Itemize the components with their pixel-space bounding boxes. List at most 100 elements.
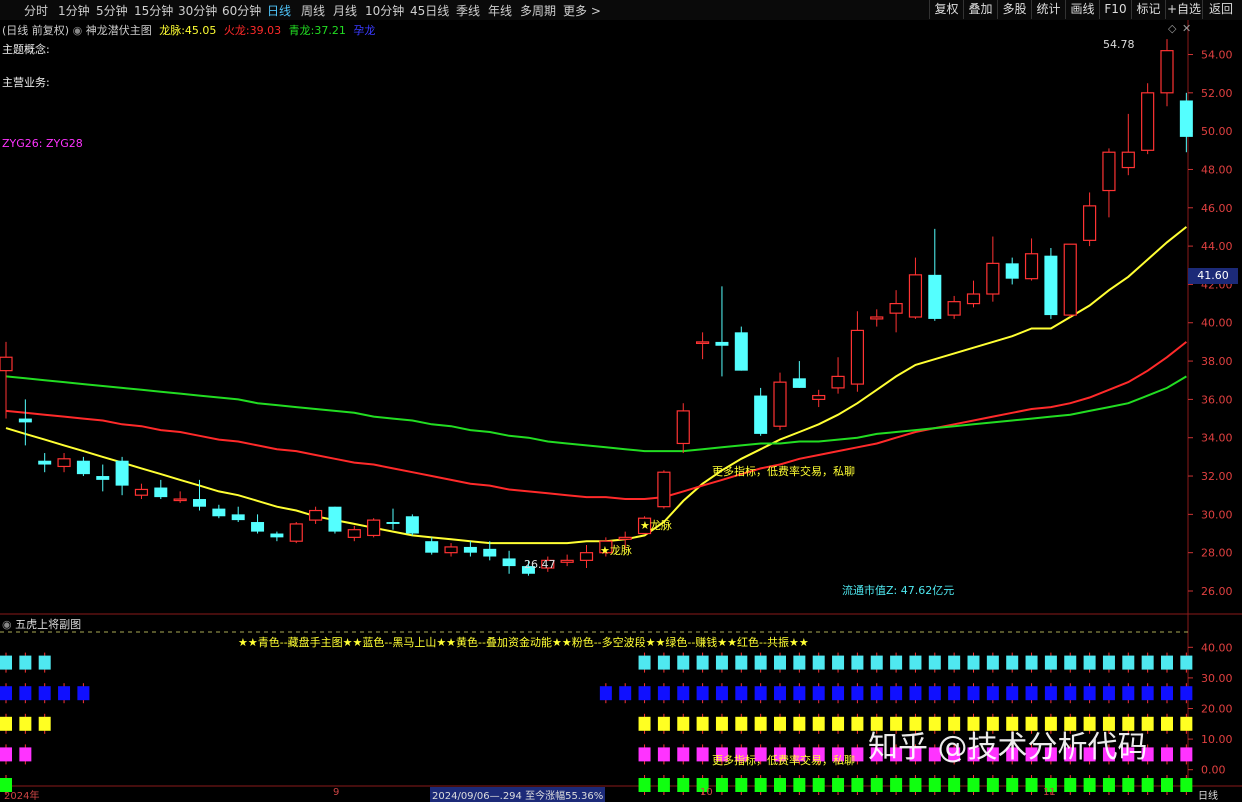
signal-block — [1083, 655, 1096, 670]
signal-block — [638, 655, 651, 670]
sub-indicator-name[interactable]: 五虎上将副图 — [15, 618, 81, 631]
timeframe-45day[interactable]: 45日线 — [410, 2, 449, 19]
sub-indicator-dot-icon: ◉ — [2, 618, 12, 631]
date-left: 2024年 — [4, 791, 40, 802]
statistics-button[interactable]: 统计 — [1031, 0, 1065, 19]
close-icon[interactable]: ✕ — [1182, 22, 1191, 35]
signal-block — [1161, 778, 1173, 792]
candle — [734, 326, 748, 371]
candle-body — [251, 522, 265, 532]
signal-block — [1044, 655, 1057, 670]
candle-body — [850, 329, 865, 385]
signal-block — [696, 716, 709, 731]
timeframe-weekly[interactable]: 周线 — [301, 2, 325, 19]
candle-body — [115, 460, 129, 486]
signal-block — [1141, 655, 1154, 670]
candle-body — [657, 471, 671, 508]
signal-block — [735, 655, 748, 670]
timeframe-15min[interactable]: 15分钟 — [134, 2, 173, 19]
timeframe-fenshi[interactable]: 分时 — [24, 2, 48, 19]
signal-block — [870, 655, 883, 670]
candle-body — [444, 546, 458, 554]
candle-body — [908, 274, 923, 318]
signal-block — [1064, 655, 1077, 670]
candle-body — [1005, 263, 1019, 279]
candle-body — [1160, 50, 1174, 94]
timeframe-daily[interactable]: 日线 — [267, 2, 291, 19]
y-tick-label: 26.00 — [1201, 585, 1233, 598]
timeframe-quarterly[interactable]: 季线 — [456, 2, 480, 19]
add-watchlist-button[interactable]: +自选 — [1165, 0, 1202, 19]
y-tick-label: 50.00 — [1201, 125, 1233, 138]
signal-block — [812, 686, 825, 701]
timeframe-more[interactable]: 更多 > — [563, 2, 601, 19]
candle-body — [986, 262, 1000, 295]
signal-block — [774, 716, 786, 731]
signal-block — [832, 686, 845, 701]
signal-block — [1083, 778, 1096, 792]
candle-body — [212, 508, 226, 517]
y-tick-label: 38.00 — [1201, 355, 1233, 368]
candle-body — [947, 301, 961, 316]
candle-body — [928, 274, 942, 319]
signal-block — [657, 778, 670, 792]
signal-block — [793, 778, 806, 792]
signal-block — [1141, 778, 1154, 792]
candle-body — [715, 341, 729, 346]
signal-block — [1025, 686, 1038, 701]
signal-block — [774, 686, 786, 701]
timeframe-5min[interactable]: 5分钟 — [96, 2, 128, 19]
candle — [289, 522, 303, 544]
indicator-name[interactable]: 神龙潜伏主图 — [86, 24, 152, 37]
date-month-10: 10 — [700, 787, 713, 798]
signal-block — [812, 778, 825, 792]
back-button[interactable]: 返回 — [1202, 0, 1239, 19]
draw-line-button[interactable]: 画线 — [1065, 0, 1099, 19]
signal-block — [19, 655, 32, 670]
candle-body — [773, 381, 787, 427]
signal-block — [1006, 655, 1019, 670]
mark-button[interactable]: 标记 — [1131, 0, 1165, 19]
candlestick-chart[interactable]: 54.0052.0050.0048.0046.0044.0042.0040.00… — [0, 20, 1242, 797]
sub-more-indicators-text: 更多指标，低费率交易，私聊 — [712, 754, 855, 767]
signal-block — [638, 716, 651, 731]
signal-block — [1161, 747, 1173, 762]
multi-stock-button[interactable]: 多股 — [997, 0, 1031, 19]
timeframe-yearly[interactable]: 年线 — [488, 2, 512, 19]
overlay-button[interactable]: 叠加 — [963, 0, 997, 19]
candle-body — [193, 499, 206, 507]
candle-body — [96, 476, 110, 480]
signal-block — [928, 778, 941, 792]
y-tick-label: 32.00 — [1201, 470, 1233, 483]
signal-block — [754, 778, 767, 792]
f10-button[interactable]: F10 — [1099, 0, 1131, 19]
timeframe-10min[interactable]: 10分钟 — [365, 2, 404, 19]
candle-body — [889, 302, 903, 314]
signal-block — [696, 655, 709, 670]
signal-block — [928, 686, 941, 701]
timeframe-1min[interactable]: 1分钟 — [58, 2, 90, 19]
adjust-button[interactable]: 复权 — [929, 0, 963, 19]
diamond-icon[interactable]: ◇ — [1168, 22, 1176, 35]
signal-block — [657, 716, 670, 731]
sub-y-tick-label: 20.00 — [1201, 703, 1233, 716]
signal-block — [890, 655, 903, 670]
signal-block — [967, 778, 980, 792]
sub-legend: ★★青色--藏盘手主图★★蓝色--黑马上山★★黄色--叠加资金动能★★粉色--多… — [238, 636, 809, 649]
line-label-huolong: 火龙: — [223, 24, 250, 37]
signal-block — [1044, 686, 1057, 701]
signal-block — [19, 686, 32, 701]
signal-block — [793, 655, 806, 670]
signal-block — [928, 655, 941, 670]
timeframe-30min[interactable]: 30分钟 — [178, 2, 217, 19]
timeframe-monthly[interactable]: 月线 — [333, 2, 357, 19]
signal-block — [909, 778, 922, 792]
signal-block — [677, 686, 690, 701]
low-price-label: 26.47 — [524, 558, 556, 571]
signal-block — [851, 778, 864, 792]
bottom-right-label: 日线 — [1198, 791, 1218, 802]
timeframe-60min[interactable]: 60分钟 — [222, 2, 261, 19]
line-value-qinglong: 37.21 — [314, 24, 346, 37]
timeframe-multi[interactable]: 多周期 — [520, 2, 556, 19]
candle — [1141, 83, 1155, 155]
